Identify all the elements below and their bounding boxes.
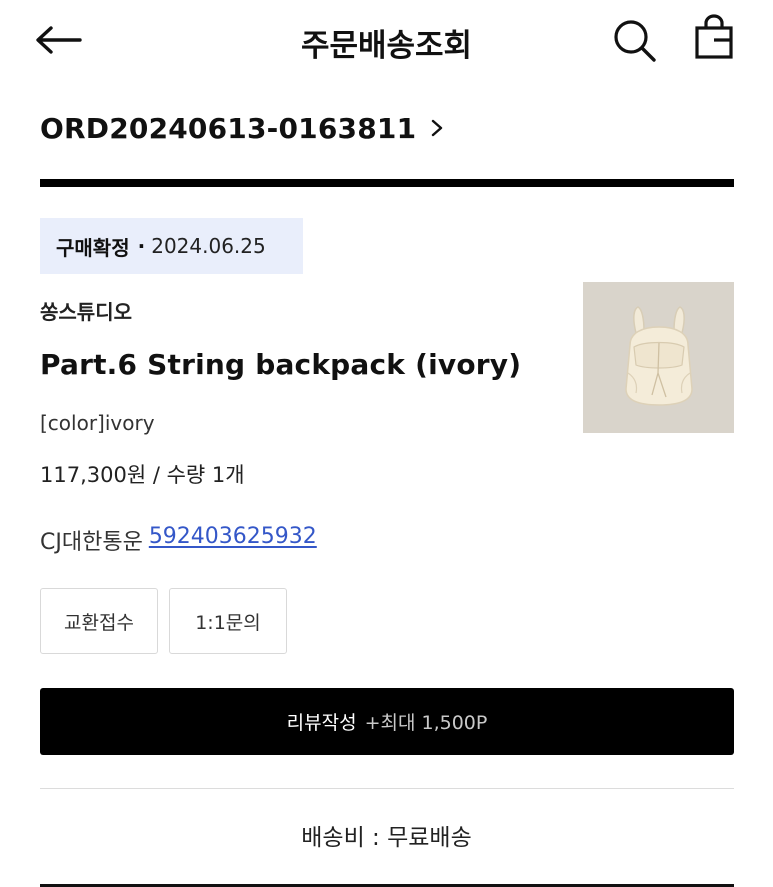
exchange-button[interactable]: 교환접수 [40, 588, 158, 654]
status-label: 구매확정 [56, 235, 130, 260]
product-option: [color]ivory [40, 411, 155, 435]
divider [40, 788, 734, 789]
tracking-number-link[interactable]: 592403625932 [149, 524, 317, 556]
status-separator: · [137, 234, 146, 258]
price-quantity: 117,300원 / 수량 1개 [40, 463, 245, 487]
product-name[interactable]: Part.6 String backpack (ivory) [40, 348, 521, 381]
status-date: 2024.06.25 [151, 234, 266, 258]
search-icon [614, 20, 656, 62]
shipping-fee: 배송비 : 무료배송 [301, 825, 472, 851]
search-button[interactable] [610, 16, 658, 64]
top-app-bar: 주문배송조회 [0, 0, 773, 82]
delivery-info: CJ대한통운 592403625932 [40, 524, 317, 556]
shopping-bag-icon [695, 14, 733, 59]
section-divider [40, 179, 734, 187]
order-detail-page: 주문배송조회 ORD20240613-0163811 구매확정 · 2024.0… [0, 0, 773, 887]
product-thumbnail[interactable] [583, 282, 734, 433]
inquiry-button[interactable]: 1:1문의 [169, 588, 287, 654]
order-number: ORD20240613-0163811 [40, 111, 417, 145]
write-review-button[interactable]: 리뷰작성 +최대 1,500P [40, 688, 734, 755]
status-badge: 구매확정 · 2024.06.25 [40, 218, 303, 274]
brand-name[interactable]: 쏭스튜디오 [40, 296, 132, 325]
review-button-label: 리뷰작성 [286, 712, 357, 734]
review-bonus-text: +최대 1,500P [364, 712, 488, 734]
carrier-name: CJ대한통운 [40, 530, 143, 555]
chevron-right-icon [432, 119, 443, 137]
backpack-image [624, 305, 693, 406]
shopping-bag-button[interactable] [692, 14, 736, 62]
order-number-link[interactable]: ORD20240613-0163811 [40, 106, 444, 150]
